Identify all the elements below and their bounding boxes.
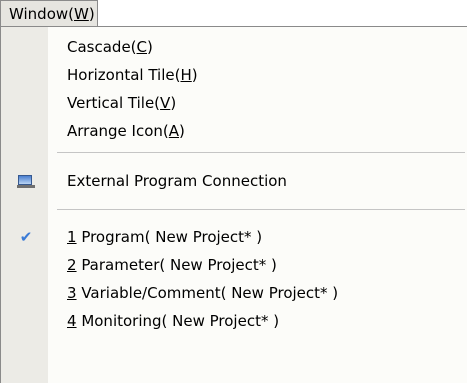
- monitor-icon: [16, 172, 36, 190]
- menu-item-cascade[interactable]: Cascade(C): [1, 34, 467, 60]
- vertical-tile-label: Vertical Tile(V): [67, 94, 177, 112]
- window-2-label: 2 Parameter( New Project* ): [67, 256, 277, 274]
- menu-separator: [57, 152, 465, 153]
- menu-item-horizontal-tile[interactable]: Horizontal Tile(H): [1, 62, 467, 88]
- menu-item-window-1[interactable]: ✔ 1 Program( New Project* ): [1, 224, 467, 250]
- horizontal-tile-label: Horizontal Tile(H): [67, 66, 198, 84]
- external-program-label: External Program Connection: [67, 172, 287, 190]
- arrange-icon-label: Arrange Icon(A): [67, 122, 185, 140]
- window-1-label: 1 Program( New Project* ): [67, 228, 263, 246]
- menu-item-arrange-icon[interactable]: Arrange Icon(A): [1, 118, 467, 144]
- menu-item-window-3[interactable]: 3 Variable/Comment( New Project* ): [1, 280, 467, 306]
- checkmark-icon: ✔: [19, 228, 33, 246]
- menu-item-window-2[interactable]: 2 Parameter( New Project* ): [1, 252, 467, 278]
- menu-item-window-4[interactable]: 4 Monitoring( New Project* ): [1, 308, 467, 334]
- menu-separator: [57, 209, 465, 210]
- window-menu[interactable]: Window(W): [0, 0, 98, 26]
- window-3-label: 3 Variable/Comment( New Project* ): [67, 284, 339, 302]
- window-4-label: 4 Monitoring( New Project* ): [67, 312, 280, 330]
- menu-item-vertical-tile[interactable]: Vertical Tile(V): [1, 90, 467, 116]
- window-dropdown-menu: Cascade(C) Horizontal Tile(H) Vertical T…: [0, 26, 467, 383]
- window-menu-label: Window(W): [9, 4, 95, 23]
- menu-item-external-program-connection[interactable]: External Program Connection: [1, 168, 467, 194]
- cascade-label: Cascade(C): [67, 38, 153, 56]
